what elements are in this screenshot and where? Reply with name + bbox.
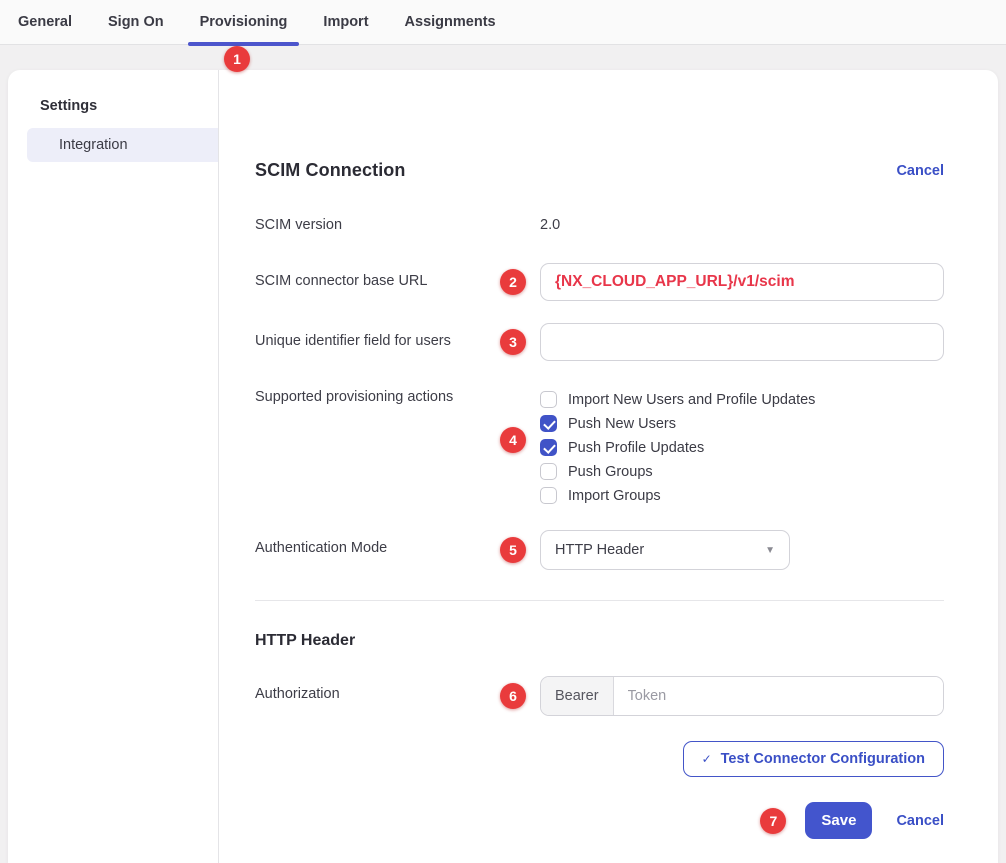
step-badge-2: 2 xyxy=(500,269,526,295)
authorization-input-group: Bearer xyxy=(540,676,944,716)
save-button[interactable]: Save xyxy=(805,802,872,839)
checkbox-label: Push Groups xyxy=(568,464,653,480)
scim-connection-panel: SCIM Connection Cancel SCIM version 2.0 … xyxy=(219,70,998,863)
base-url-input[interactable] xyxy=(540,263,944,301)
tab-sign-on[interactable]: Sign On xyxy=(90,0,182,44)
test-connector-label: Test Connector Configuration xyxy=(721,751,925,767)
checkbox-label: Push New Users xyxy=(568,416,676,432)
checkbox-label: Import New Users and Profile Updates xyxy=(568,392,815,408)
step-badge-5: 5 xyxy=(500,537,526,563)
provisioning-actions-label: Supported provisioning actions xyxy=(255,389,540,405)
scim-version-row: SCIM version 2.0 xyxy=(255,217,944,233)
checkbox-icon[interactable] xyxy=(540,391,557,408)
checkbox-icon[interactable] xyxy=(540,487,557,504)
checkbox-icon[interactable] xyxy=(540,439,557,456)
checkbox-label: Push Profile Updates xyxy=(568,440,704,456)
authorization-row: Authorization 6 Bearer xyxy=(255,676,944,716)
tab-import[interactable]: Import xyxy=(305,0,386,44)
auth-mode-select[interactable]: HTTP Header ▼ xyxy=(540,530,790,570)
checkbox-import-new-users-profile-updates[interactable]: Import New Users and Profile Updates xyxy=(540,391,944,408)
unique-id-input[interactable] xyxy=(540,323,944,361)
tab-provisioning[interactable]: Provisioning xyxy=(182,0,306,44)
checkbox-icon[interactable] xyxy=(540,463,557,480)
step-badge-6: 6 xyxy=(500,683,526,709)
provisioning-card: Settings Integration SCIM Connection Can… xyxy=(8,70,998,863)
base-url-row: SCIM connector base URL 2 xyxy=(255,263,944,301)
http-header-section-title: HTTP Header xyxy=(255,632,944,650)
step-badge-3: 3 xyxy=(500,329,526,355)
base-url-label: SCIM connector base URL xyxy=(255,263,540,289)
cancel-link-bottom[interactable]: Cancel xyxy=(896,813,944,829)
section-divider xyxy=(255,600,944,601)
authorization-label: Authorization xyxy=(255,676,540,702)
checkbox-import-groups[interactable]: Import Groups xyxy=(540,487,944,504)
bearer-prefix: Bearer xyxy=(541,677,614,715)
tab-assignments[interactable]: Assignments xyxy=(387,0,514,44)
checkbox-push-groups[interactable]: Push Groups xyxy=(540,463,944,480)
sidebar-item-integration[interactable]: Integration xyxy=(27,128,218,162)
tab-general[interactable]: General xyxy=(0,0,90,44)
cancel-link-top[interactable]: Cancel xyxy=(896,163,944,179)
app-tab-bar: General Sign On Provisioning Import Assi… xyxy=(0,0,1006,45)
checkbox-push-new-users[interactable]: Push New Users xyxy=(540,415,944,432)
checkbox-push-profile-updates[interactable]: Push Profile Updates xyxy=(540,439,944,456)
unique-id-row: Unique identifier field for users 3 xyxy=(255,323,944,361)
auth-mode-selected-value: HTTP Header xyxy=(555,542,644,558)
step-badge-4: 4 xyxy=(500,427,526,453)
chevron-down-icon: ▼ xyxy=(765,545,775,556)
page-title: SCIM Connection xyxy=(255,160,406,181)
sidebar-header: Settings xyxy=(8,98,218,128)
unique-id-label: Unique identifier field for users xyxy=(255,323,540,349)
auth-mode-label: Authentication Mode xyxy=(255,530,540,556)
step-badge-7: 7 xyxy=(760,808,786,834)
settings-sidebar: Settings Integration xyxy=(8,70,219,863)
auth-mode-row: Authentication Mode 5 HTTP Header ▼ xyxy=(255,530,944,570)
checkbox-label: Import Groups xyxy=(568,488,661,504)
token-input[interactable] xyxy=(614,677,943,715)
scim-version-value: 2.0 xyxy=(540,217,944,233)
check-icon: ✓ xyxy=(702,752,712,766)
provisioning-actions-row: Supported provisioning actions 4 Import … xyxy=(255,389,944,504)
checkbox-icon[interactable] xyxy=(540,415,557,432)
scim-version-label: SCIM version xyxy=(255,217,540,233)
step-badge-1: 1 xyxy=(224,46,250,72)
test-connector-button[interactable]: ✓ Test Connector Configuration xyxy=(683,741,944,777)
